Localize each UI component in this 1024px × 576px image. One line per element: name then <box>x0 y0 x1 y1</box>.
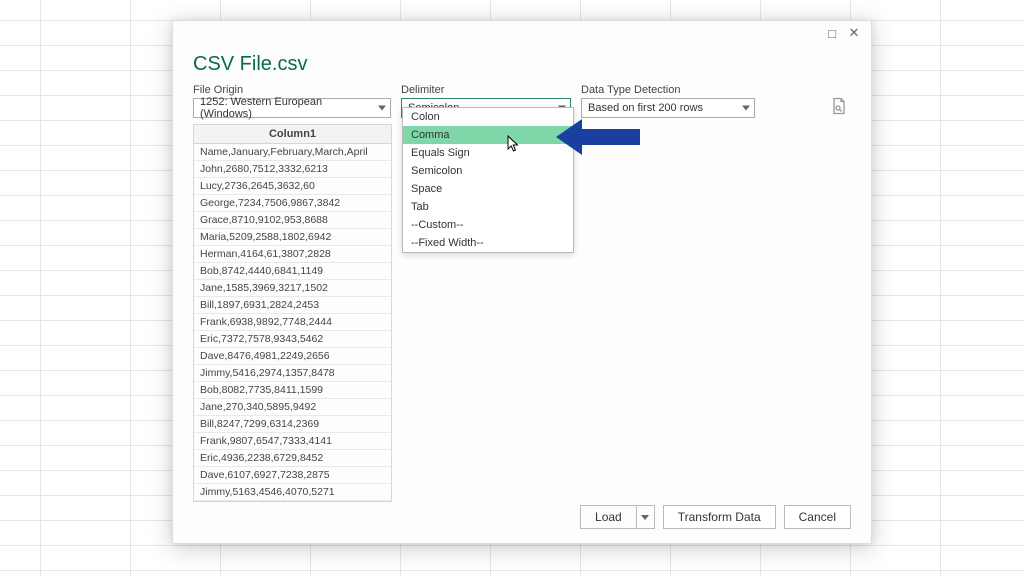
table-row: Dave,6107,6927,7238,2875 <box>194 467 392 484</box>
preview-header: Column1 <box>194 125 392 144</box>
table-row: Dave,8476,4981,2249,2656 <box>194 348 392 365</box>
table-row: Lucy,2736,2645,3632,60 <box>194 178 392 195</box>
table-row: Grace,8710,9102,953,8688 <box>194 212 392 229</box>
delimiter-option[interactable]: Space <box>403 180 573 198</box>
delimiter-dropdown: ColonCommaEquals SignSemicolonSpaceTab--… <box>402 107 574 253</box>
delimiter-option[interactable]: --Fixed Width-- <box>403 234 573 252</box>
file-origin-value: 1252: Western European (Windows) <box>200 96 372 120</box>
close-button[interactable]: ✕ <box>843 24 865 42</box>
file-origin-label: File Origin <box>193 84 391 96</box>
delimiter-label: Delimiter <box>401 84 571 96</box>
dialog-actions: Load Transform Data Cancel <box>580 505 851 529</box>
table-row: Eric,4936,2238,6729,8452 <box>194 450 392 467</box>
delimiter-option[interactable]: Comma <box>403 126 573 144</box>
table-row: John,2680,7512,3332,6213 <box>194 161 392 178</box>
maximize-button[interactable]: □ <box>821 24 843 42</box>
delimiter-option[interactable]: Equals Sign <box>403 144 573 162</box>
table-row: Eric,7372,7578,9343,5462 <box>194 331 392 348</box>
load-dropdown-button[interactable] <box>636 506 654 528</box>
settings-icon[interactable] <box>827 94 851 118</box>
dialog-title: CSV File.csv <box>173 45 871 80</box>
delimiter-option[interactable]: Colon <box>403 108 573 126</box>
table-row: Jane,1585,3969,3217,1502 <box>194 280 392 297</box>
load-button[interactable]: Load <box>581 506 636 528</box>
table-row: Jane,270,340,5895,9492 <box>194 399 392 416</box>
table-row: Jimmy,5163,4546,4070,5271 <box>194 484 392 501</box>
table-row: Jimmy,5416,2974,1357,8478 <box>194 365 392 382</box>
chevron-down-icon <box>742 106 750 111</box>
delimiter-option[interactable]: Tab <box>403 198 573 216</box>
chevron-down-icon <box>378 106 386 111</box>
chevron-down-icon <box>641 515 649 520</box>
file-origin-group: File Origin 1252: Western European (Wind… <box>193 84 391 118</box>
table-row: Frank,6938,9892,7748,2444 <box>194 314 392 331</box>
load-split-button: Load <box>580 505 655 529</box>
detection-label: Data Type Detection <box>581 84 755 96</box>
table-row: Bob,8742,4440,6841,1149 <box>194 263 392 280</box>
file-origin-select[interactable]: 1252: Western European (Windows) <box>193 98 391 118</box>
cancel-button[interactable]: Cancel <box>784 505 851 529</box>
detection-value: Based on first 200 rows <box>588 102 703 114</box>
preview-table: Column1 Name,January,February,March,Apri… <box>193 124 392 502</box>
table-row: Bill,8247,7299,6314,2369 <box>194 416 392 433</box>
table-row: George,7234,7506,9867,3842 <box>194 195 392 212</box>
dialog-titlebar: □ ✕ <box>173 21 871 45</box>
table-row: Bob,8082,7735,8411,1599 <box>194 382 392 399</box>
table-row: Bill,1897,6931,2824,2453 <box>194 297 392 314</box>
table-row: Maria,5209,2588,1802,6942 <box>194 229 392 246</box>
detection-group: Data Type Detection Based on first 200 r… <box>581 84 755 118</box>
csv-import-dialog: □ ✕ CSV File.csv File Origin 1252: Weste… <box>172 20 872 544</box>
table-row: Herman,4164,61,3807,2828 <box>194 246 392 263</box>
transform-data-button[interactable]: Transform Data <box>663 505 776 529</box>
detection-select[interactable]: Based on first 200 rows <box>581 98 755 118</box>
delimiter-option[interactable]: Semicolon <box>403 162 573 180</box>
table-row: Frank,9807,6547,7333,4141 <box>194 433 392 450</box>
table-row: Name,January,February,March,April <box>194 144 392 161</box>
delimiter-option[interactable]: --Custom-- <box>403 216 573 234</box>
